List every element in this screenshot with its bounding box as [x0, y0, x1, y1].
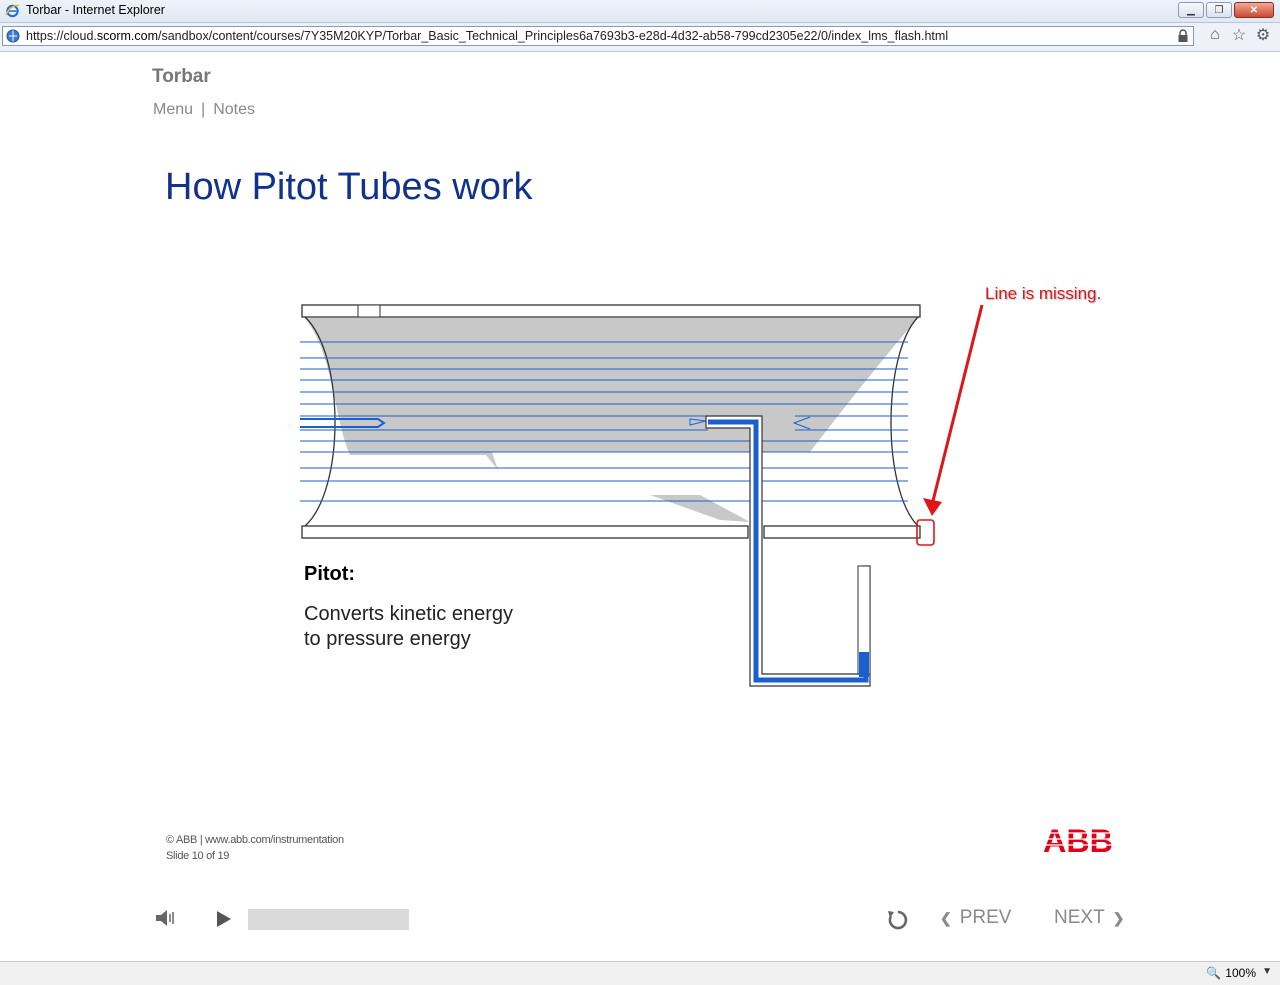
pitot-heading: Pitot:: [304, 563, 356, 585]
window-title: Torbar - Internet Explorer: [26, 3, 165, 17]
play-icon[interactable]: [215, 909, 233, 929]
restore-button[interactable]: ❐: [1206, 2, 1232, 18]
pipe-top-wall: [301, 304, 921, 318]
notes-link[interactable]: Notes: [213, 101, 255, 119]
window-controls: ▁ ❐ ✕: [1178, 2, 1274, 18]
replay-icon[interactable]: [886, 908, 910, 932]
prev-button[interactable]: ❮ PREV: [940, 907, 1011, 929]
window-titlebar: Torbar - Internet Explorer ▁ ❐ ✕: [0, 0, 1280, 23]
internet-explorer-icon: [5, 4, 20, 18]
pitot-desc-line-1: Converts kinetic energy: [304, 603, 513, 625]
close-icon: ✕: [1249, 4, 1259, 16]
annotation-note: Line is missing.: [985, 284, 1102, 303]
lock-icon: [1178, 29, 1188, 42]
flow-wake: [650, 495, 750, 522]
minimize-button[interactable]: ▁: [1178, 2, 1204, 18]
nav-separator: |: [201, 101, 206, 118]
pipe-bottom-wall-right: [763, 525, 921, 539]
pitot-description: Converts kinetic energy to pressure ener…: [304, 602, 604, 652]
pipe-outlet-curve: [890, 316, 919, 527]
favorites-star-icon[interactable]: ☆: [1230, 26, 1248, 44]
zoom-dropdown-icon[interactable]: ▼: [1262, 966, 1272, 977]
pitot-tube-fluid: [708, 419, 869, 683]
volume-speaker-icon[interactable]: [155, 908, 177, 928]
pitot-desc-line-2: to pressure energy: [304, 628, 471, 650]
copyright-text: © ABB | www.abb.com/instrumentation: [166, 834, 344, 846]
chevron-left-icon: ❮: [940, 909, 952, 926]
flow-region: [305, 318, 918, 470]
zoom-magnifier-icon: 🔍: [1206, 966, 1222, 980]
prev-label: PREV: [959, 907, 1012, 928]
chevron-right-icon: ❯: [1112, 909, 1125, 926]
slide-title: How Pitot Tubes work: [165, 166, 533, 208]
home-icon[interactable]: ⌂: [1206, 26, 1224, 44]
next-label: NEXT: [1054, 907, 1105, 928]
annotation-arrow: [930, 304, 984, 506]
close-button[interactable]: ✕: [1234, 2, 1274, 18]
settings-gear-icon[interactable]: ⚙: [1254, 26, 1272, 44]
next-button[interactable]: NEXT ❯: [1054, 907, 1124, 929]
menu-link[interactable]: Menu: [153, 101, 193, 119]
site-icon: [6, 29, 20, 43]
address-row: https://cloud.scorm.com/sandbox/content/…: [0, 23, 1280, 52]
course-name: Torbar: [152, 66, 211, 87]
abb-logo-text: ABB: [1043, 825, 1113, 855]
slide-counter: Slide 10 of 19: [166, 850, 230, 862]
playback-progress-bar[interactable]: [248, 909, 409, 930]
restore-icon: ❐: [1214, 4, 1224, 16]
address-url: https://cloud.scorm.com/sandbox/content/…: [26, 29, 949, 43]
address-bar[interactable]: https://cloud.scorm.com/sandbox/content/…: [2, 26, 1194, 46]
course-nav: Menu | Notes: [153, 101, 255, 119]
minimize-icon: ▁: [1187, 4, 1195, 16]
browser-toolbar: ⌂ ☆ ⚙: [1206, 26, 1272, 44]
pitot-tube-outline: [705, 415, 871, 687]
pipe-bottom-wall-left: [301, 525, 749, 539]
zoom-control[interactable]: 🔍 100%: [1206, 966, 1256, 980]
zoom-level: 100%: [1225, 966, 1256, 980]
abb-logo: ABB: [1043, 825, 1113, 855]
status-bar: 🔍 100% ▼: [0, 961, 1280, 985]
